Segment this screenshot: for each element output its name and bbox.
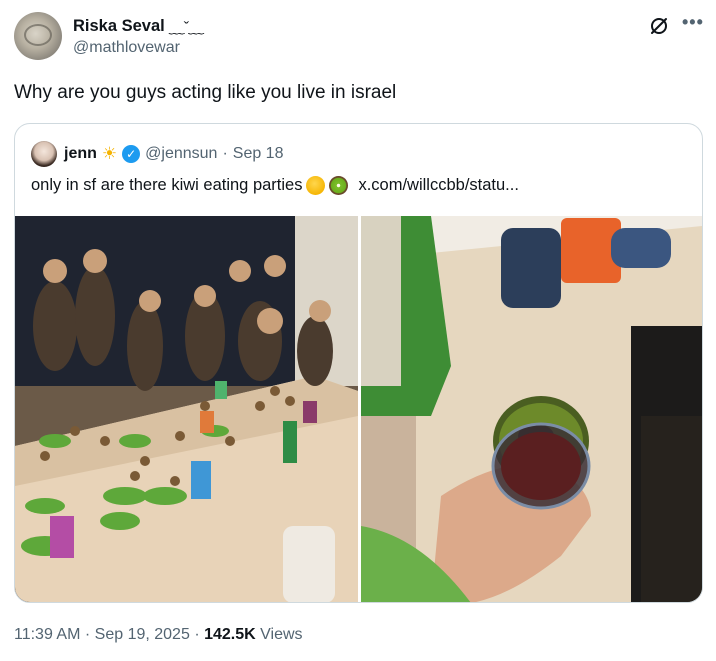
- party-photo[interactable]: [15, 216, 358, 602]
- quoted-tweet[interactable]: jenn ☀ ✓ @jennsun · Sep 18 only in sf ar…: [14, 123, 703, 603]
- views-label: Views: [260, 626, 303, 643]
- author-handle[interactable]: @mathlovewar: [73, 39, 180, 57]
- author-avatar[interactable]: [14, 12, 62, 60]
- verified-badge-icon: ✓: [122, 145, 141, 163]
- tweet-date[interactable]: Sep 19, 2025: [95, 626, 190, 643]
- meta-separator: ·: [84, 626, 91, 643]
- tweet-text: Why are you guys acting like you live in…: [14, 82, 397, 103]
- quoted-handle[interactable]: @jennsun: [145, 145, 217, 163]
- tweet-meta: 11:39 AM · Sep 19, 2025 · 142.5K Views: [14, 626, 303, 644]
- quoted-avatar[interactable]: [31, 141, 57, 167]
- quoted-text: only in sf are there kiwi eating parties…: [31, 176, 519, 195]
- tweet-time[interactable]: 11:39 AM: [14, 626, 80, 643]
- grok-icon[interactable]: [649, 16, 669, 36]
- quoted-header: jenn ☀ ✓ @jennsun · Sep 18: [64, 144, 283, 164]
- quoted-separator: ·: [222, 145, 228, 162]
- author-name[interactable]: Riska Seval: [73, 17, 165, 36]
- quoted-text-body: only in sf are there kiwi eating parties: [31, 176, 303, 194]
- author-name-row[interactable]: Riska Seval ﹏ˇ﹏: [73, 14, 204, 38]
- kiwi-photo[interactable]: [361, 216, 702, 602]
- quoted-name[interactable]: jenn: [64, 145, 97, 163]
- media-grid: [15, 216, 702, 602]
- meta-separator-2: ·: [194, 626, 200, 643]
- thinking-face-icon: [306, 176, 326, 195]
- sun-icon: ☀: [101, 144, 118, 163]
- author-name-decoration: ﹏ˇ﹏: [168, 20, 204, 37]
- quoted-date[interactable]: Sep 18: [233, 145, 284, 163]
- quoted-link[interactable]: x.com/willccbb/statu...: [358, 176, 518, 195]
- kiwi-icon: [329, 176, 349, 195]
- more-icon[interactable]: •••: [682, 12, 704, 33]
- views-count: 142.5K: [204, 626, 256, 643]
